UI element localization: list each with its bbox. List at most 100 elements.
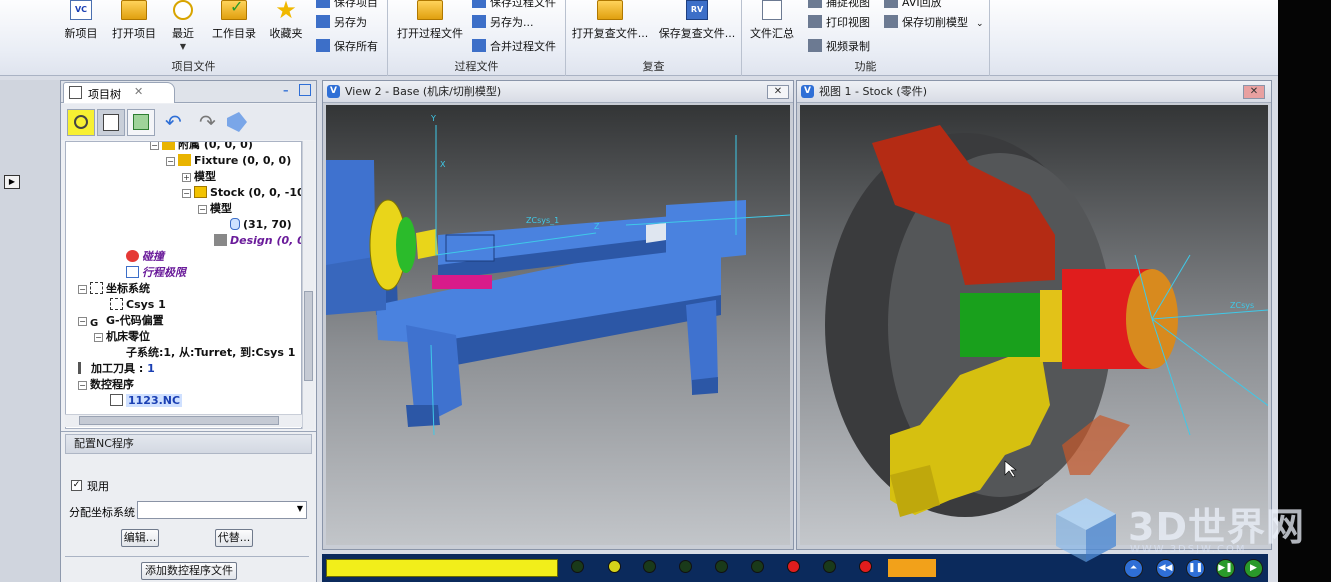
collapse-icon[interactable]: − xyxy=(78,381,87,390)
collapse-icon[interactable]: − xyxy=(182,189,191,198)
progress-bar[interactable] xyxy=(326,559,558,577)
collapse-icon[interactable]: − xyxy=(166,157,175,166)
tree-node-fixture[interactable]: − Fixture (0, 0, 0) xyxy=(166,153,291,169)
marker-dot[interactable] xyxy=(608,560,621,573)
save-all-button[interactable]: 保存所有 xyxy=(316,38,378,56)
scroll-thumb[interactable] xyxy=(79,416,279,425)
properties-tool-button[interactable] xyxy=(97,109,125,136)
redo-icon[interactable]: ↷ xyxy=(199,110,216,134)
tree-node-coordinate-systems[interactable]: − 坐标系统 xyxy=(78,281,150,297)
watermark-text: 3D世界网 xyxy=(1128,505,1305,549)
collapse-icon[interactable]: − xyxy=(198,205,207,214)
save-as-button[interactable]: 另存为 xyxy=(316,14,367,32)
progress-segment xyxy=(888,559,936,577)
stock-icon xyxy=(194,186,207,198)
save-process-file-button[interactable]: 保存过程文件 xyxy=(472,0,556,12)
tree-vertical-scrollbar[interactable] xyxy=(302,141,314,429)
tree-horizontal-scrollbar[interactable] xyxy=(65,414,302,427)
cut-model-icon xyxy=(884,15,898,28)
marker-dot[interactable] xyxy=(823,560,836,573)
edit-button[interactable]: 编辑... xyxy=(121,529,159,547)
active-checkbox[interactable]: ✓ xyxy=(71,480,82,491)
chevron-down-icon: ▼ xyxy=(179,42,187,51)
attach-icon xyxy=(162,142,175,150)
view-1-stock[interactable]: V 视图 1 - Stock (零件) ✕ ZCsys xyxy=(796,80,1272,550)
assign-csys-select[interactable]: ▼ xyxy=(137,501,307,519)
tree-node-csys1[interactable]: Csys 1 xyxy=(110,297,166,313)
view-tool-icon[interactable] xyxy=(227,112,247,132)
tree-node-design[interactable]: Design (0, 0, xyxy=(214,233,301,249)
view-2-base[interactable]: V View 2 - Base (机床/切削模型) ✕ Y X ZCsys_1 … xyxy=(322,80,794,550)
avi-playback-button[interactable]: AVI回放 xyxy=(884,0,942,12)
marker-dot[interactable] xyxy=(751,560,764,573)
zcsys-label: ZCsys_1 xyxy=(526,216,559,225)
pointer-tool-button[interactable] xyxy=(67,109,95,136)
collapse-icon[interactable]: − xyxy=(78,285,87,294)
marker-dot[interactable] xyxy=(643,560,656,573)
tool-icon xyxy=(78,362,88,374)
open-project-button[interactable]: 打开项目 xyxy=(106,0,162,58)
marker-dot[interactable] xyxy=(715,560,728,573)
add-component-button[interactable] xyxy=(127,109,155,136)
open-process-file-button[interactable]: 打开过程文件 xyxy=(392,0,468,58)
clock-icon xyxy=(173,0,193,20)
scroll-thumb[interactable] xyxy=(304,291,313,381)
save-project-button[interactable]: 保存项目 xyxy=(316,0,378,12)
save-all-icon xyxy=(316,39,330,52)
tree-node-gcode-offsets[interactable]: − G G-代码偏置 xyxy=(78,313,164,329)
expand-icon[interactable]: + xyxy=(182,173,191,182)
new-project-icon: VC xyxy=(70,0,92,20)
travel-limits-icon xyxy=(126,266,139,278)
watermark-cube-logo xyxy=(1056,498,1116,562)
file-summary-button[interactable]: 文件汇总 xyxy=(746,0,798,58)
tree-node-nc-file[interactable]: 1123.NC xyxy=(110,393,183,409)
video-record-button[interactable]: 视频录制 xyxy=(808,38,870,56)
tree-node-fixture-model[interactable]: + 模型 xyxy=(182,169,216,185)
new-project-button[interactable]: VC 新项目 xyxy=(58,0,104,58)
collapse-icon[interactable]: − xyxy=(94,333,103,342)
tree-node-attach[interactable]: − 附属 (0, 0, 0) xyxy=(150,142,253,153)
marker-dot[interactable] xyxy=(859,560,872,573)
process-save-as-button[interactable]: 另存为... xyxy=(472,14,534,32)
save-cut-model-button[interactable]: 保存切削模型 ⌄ xyxy=(884,14,984,32)
collapse-icon[interactable]: − xyxy=(78,317,87,326)
active-label: 现用 xyxy=(87,480,109,493)
save-as-icon xyxy=(316,15,330,28)
csys-icon xyxy=(90,282,103,294)
marker-dot[interactable] xyxy=(571,560,584,573)
folder-icon xyxy=(121,0,147,20)
tree-node-subsystem[interactable]: 子系统:1, 从:Turret, 到:Csys 1 xyxy=(126,345,295,361)
tree-node-cylinder[interactable]: (31, 70) xyxy=(230,217,292,233)
favorites-button[interactable]: ★ 收藏夹 xyxy=(264,0,308,58)
close-icon[interactable]: ✕ xyxy=(1243,85,1265,99)
close-icon[interactable]: ✕ xyxy=(767,85,789,99)
restore-icon[interactable] xyxy=(299,84,311,96)
tree-node-travel-limits[interactable]: 行程极限 xyxy=(126,265,186,281)
replace-button[interactable]: 代替... xyxy=(215,529,253,547)
recent-button[interactable]: 最近 ▼ xyxy=(166,0,200,58)
tab-project-tree[interactable]: 项目树 ✕ xyxy=(63,82,175,103)
expand-arrow-icon[interactable]: ▶ xyxy=(4,175,20,189)
tree-node-tools[interactable]: 加工刀具 : 1 xyxy=(78,361,155,377)
open-review-file-button[interactable]: 打开复查文件... xyxy=(570,0,650,58)
marker-dot[interactable] xyxy=(679,560,692,573)
capture-view-button[interactable]: 捕捉视图 xyxy=(808,0,870,12)
tree-node-collision[interactable]: 碰撞 xyxy=(126,249,164,265)
tree-node-nc-programs[interactable]: − 数控程序 xyxy=(78,377,134,393)
tree-node-stock[interactable]: −Stock (0, 0, -1060 xyxy=(182,185,301,201)
collapse-icon[interactable]: − xyxy=(150,142,159,150)
tree-node-stock-model[interactable]: − 模型 xyxy=(198,201,232,217)
print-view-button[interactable]: 打印视图 xyxy=(808,14,870,32)
machine-view-scene[interactable]: Y X ZCsys_1 Z xyxy=(326,105,790,545)
save-review-file-button[interactable]: RV 保存复查文件... xyxy=(656,0,738,58)
add-nc-program-button[interactable]: 添加数控程序文件 xyxy=(141,562,237,580)
tree-node-machine-zero[interactable]: − 机床零位 xyxy=(94,329,150,345)
merge-process-file-button[interactable]: 合并过程文件 xyxy=(472,38,556,56)
close-icon[interactable]: ✕ xyxy=(134,85,143,98)
work-directory-button[interactable]: ✓ 工作目录 xyxy=(208,0,260,58)
marker-dot[interactable] xyxy=(787,560,800,573)
undo-icon[interactable]: ↶ xyxy=(165,110,182,134)
properties-icon xyxy=(103,114,119,131)
minimize-icon[interactable]: – xyxy=(283,84,289,97)
stock-view-scene[interactable]: ZCsys xyxy=(800,105,1268,545)
